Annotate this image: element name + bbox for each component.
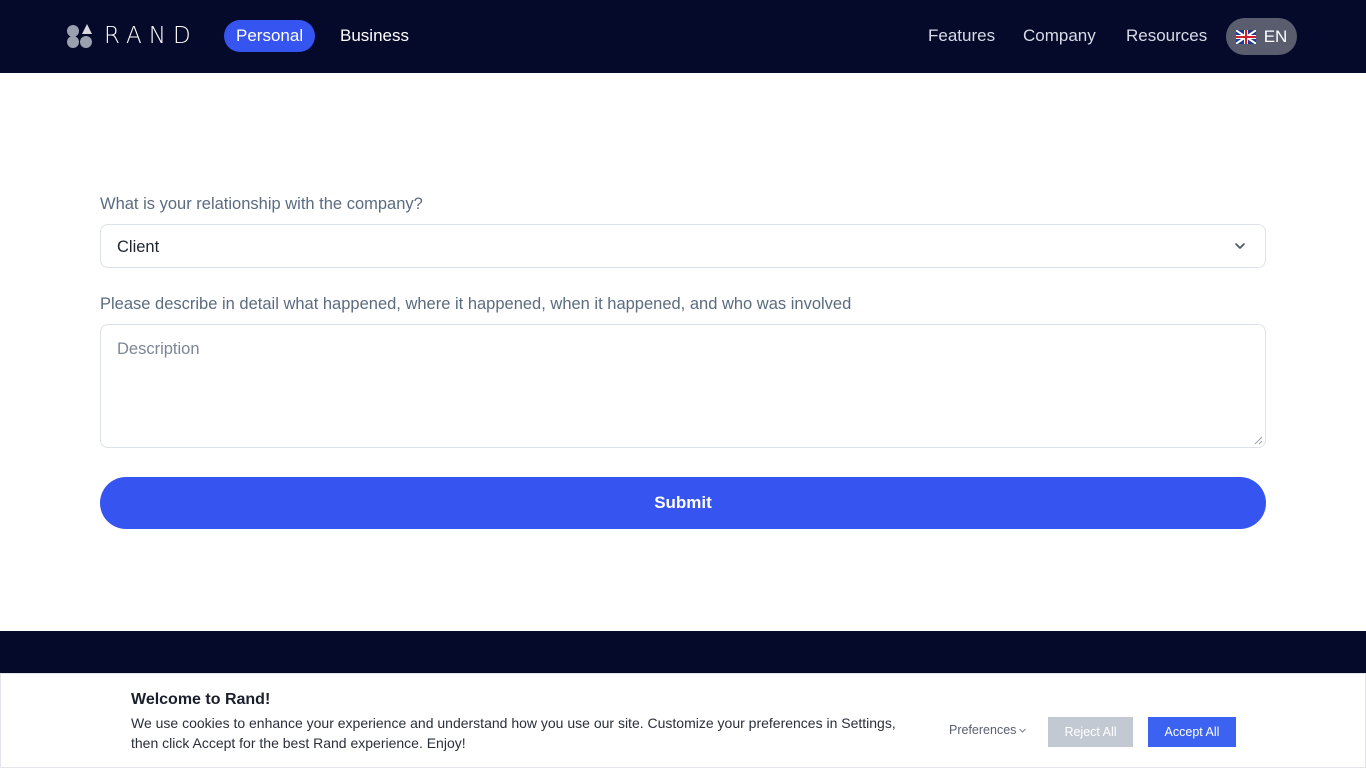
cookie-message: We use cookies to enhance your experienc… [131, 715, 896, 751]
relationship-select[interactable]: Client [100, 224, 1266, 268]
reject-all-button[interactable]: Reject All [1048, 717, 1133, 747]
tab-business[interactable]: Business [328, 20, 421, 52]
nav-resources[interactable]: Resources [1126, 20, 1207, 52]
relationship-value: Client [117, 238, 160, 256]
description-placeholder: Description [117, 340, 200, 358]
language-selector[interactable]: EN [1226, 18, 1297, 55]
rand-logo-icon [67, 24, 93, 48]
description-textarea[interactable]: Description [100, 324, 1266, 448]
cookie-title: Welcome to Rand! [131, 691, 271, 708]
preferences-button[interactable]: Preferences [949, 723, 1027, 737]
accept-all-button[interactable]: Accept All [1148, 717, 1236, 747]
nav-company[interactable]: Company [1023, 20, 1096, 52]
brand-name: RAND [104, 23, 198, 49]
nav-features[interactable]: Features [928, 20, 995, 52]
language-code: EN [1263, 26, 1288, 46]
description-label: Please describe in detail what happened,… [100, 295, 852, 313]
resize-handle-icon[interactable] [1253, 435, 1263, 445]
tab-personal[interactable]: Personal [224, 20, 316, 52]
submit-button[interactable]: Submit [100, 477, 1266, 529]
relationship-label: What is your relationship with the compa… [100, 195, 423, 213]
preferences-label: Preferences [949, 723, 1017, 737]
top-navbar: RAND Personal Business Features Company … [0, 0, 1366, 73]
cookie-banner: Welcome to Rand! We use cookies to enhan… [0, 673, 1366, 768]
chevron-down-icon [1019, 728, 1027, 733]
chevron-down-icon [1235, 243, 1245, 249]
rand-logo[interactable]: RAND [67, 24, 198, 48]
uk-flag-icon [1235, 29, 1256, 44]
